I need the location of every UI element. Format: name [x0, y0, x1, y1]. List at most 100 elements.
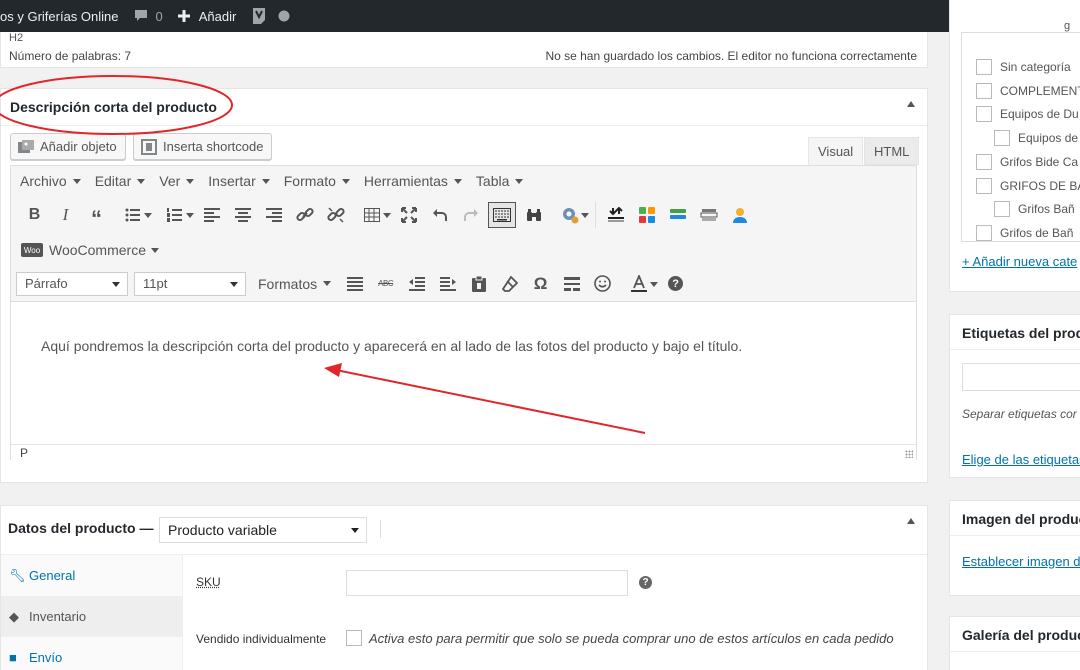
- align-left-button[interactable]: [196, 200, 227, 230]
- undo-button[interactable]: [424, 200, 455, 230]
- category-checkbox[interactable]: [994, 130, 1010, 146]
- resize-grip-icon[interactable]: [905, 450, 913, 458]
- site-name-link[interactable]: os y Griferías Online: [0, 0, 119, 32]
- outdent-button[interactable]: [401, 269, 432, 299]
- menu-ver[interactable]: Ver: [159, 173, 194, 189]
- text-color-button[interactable]: [618, 269, 660, 299]
- tab-general[interactable]: 🔧︎ General: [1, 555, 182, 596]
- category-checkbox[interactable]: [976, 178, 992, 194]
- editor-content-area[interactable]: Aquí pondremos la descripción corta del …: [11, 302, 916, 444]
- tag-input[interactable]: [962, 363, 1080, 391]
- product-type-value: Producto variable: [168, 522, 277, 538]
- category-item[interactable]: Equipos de Du: [976, 106, 1079, 122]
- category-item[interactable]: Grifos Bañ: [994, 201, 1075, 217]
- category-checkbox[interactable]: [976, 83, 992, 99]
- category-item[interactable]: Grifos de Bañ: [976, 225, 1073, 241]
- category-item[interactable]: GRIFOS DE BA: [976, 178, 1080, 194]
- toolbar-toggle-button[interactable]: [488, 202, 516, 228]
- blockquote-button[interactable]: “: [81, 200, 112, 230]
- layers-button[interactable]: [662, 200, 693, 230]
- product-type-select[interactable]: Producto variable: [159, 517, 367, 543]
- insert-link-button[interactable]: [289, 200, 320, 230]
- settings-dropdown-button[interactable]: [549, 200, 591, 230]
- woocommerce-dropdown[interactable]: Woo WooCommerce: [19, 242, 159, 258]
- menu-tabla[interactable]: Tabla: [476, 173, 523, 189]
- bold-button[interactable]: B: [19, 200, 50, 230]
- sku-input[interactable]: [346, 570, 628, 596]
- special-character-button[interactable]: Ω: [525, 269, 556, 299]
- category-checkbox[interactable]: [994, 201, 1010, 217]
- indent-button[interactable]: [432, 269, 463, 299]
- sold-individually-checkbox[interactable]: [346, 630, 362, 646]
- menu-label: Formato: [284, 173, 336, 189]
- editor-menubar: Archivo Editar Ver Insertar Formato Herr…: [11, 166, 916, 196]
- font-size-select[interactable]: 11pt: [134, 272, 246, 296]
- remove-link-button[interactable]: [320, 200, 351, 230]
- tab-shipping[interactable]: ■ Envío: [1, 637, 182, 670]
- insert-shortcode-label: Inserta shortcode: [163, 139, 263, 154]
- set-product-image-link[interactable]: Establecer imagen de: [962, 554, 1080, 569]
- category-label: Equipos de: [1018, 131, 1078, 145]
- bullet-list-icon: [125, 208, 141, 222]
- element-path[interactable]: P: [20, 446, 28, 460]
- help-button[interactable]: ?: [660, 269, 691, 299]
- add-new-category-link[interactable]: + Añadir nueva cate: [962, 254, 1077, 269]
- bullet-list-button[interactable]: [112, 200, 154, 230]
- menu-herramientas[interactable]: Herramientas: [364, 173, 462, 189]
- category-item[interactable]: Grifos Bide Ca: [976, 154, 1078, 170]
- sold-individually-description: Activa esto para permitir que solo se pu…: [369, 631, 894, 646]
- clear-formatting-button[interactable]: [494, 269, 525, 299]
- tab-inventory[interactable]: ◆ Inventario: [1, 596, 182, 637]
- redo-button[interactable]: [455, 200, 486, 230]
- category-item[interactable]: Sin categoría: [976, 59, 1071, 75]
- yoast-menu[interactable]: [250, 0, 290, 32]
- emoticons-button[interactable]: [587, 269, 618, 299]
- layers-icon: [669, 208, 687, 222]
- collapse-toggle-icon[interactable]: [907, 518, 915, 524]
- formats-dropdown[interactable]: Formatos: [258, 276, 331, 292]
- category-checkbox[interactable]: [976, 59, 992, 75]
- menu-archivo[interactable]: Archivo: [20, 173, 81, 189]
- help-icon: ?: [668, 276, 683, 291]
- color-grid-button[interactable]: [631, 200, 662, 230]
- product-tags-box: Etiquetas del produ Separar etiquetas co…: [949, 314, 1080, 478]
- redo-icon: [463, 207, 479, 223]
- divider-insert-button[interactable]: [693, 200, 724, 230]
- new-content-menu[interactable]: Añadir: [177, 0, 237, 32]
- category-checkbox[interactable]: [976, 106, 992, 122]
- align-center-button[interactable]: [227, 200, 258, 230]
- block-format-select[interactable]: Párrafo: [16, 272, 128, 296]
- menu-formato[interactable]: Formato: [284, 173, 350, 189]
- numbered-list-button[interactable]: [154, 200, 196, 230]
- menu-label: Editar: [95, 173, 132, 189]
- sku-help-icon[interactable]: ?: [639, 576, 652, 589]
- category-checkbox[interactable]: [976, 225, 992, 241]
- paste-text-button[interactable]: [463, 269, 494, 299]
- menu-insertar[interactable]: Insertar: [208, 173, 269, 189]
- user-button[interactable]: [724, 200, 755, 230]
- category-item[interactable]: Equipos de: [994, 130, 1078, 146]
- tab-html[interactable]: HTML: [864, 137, 919, 165]
- justify-button[interactable]: [339, 269, 370, 299]
- collapse-toggle-icon[interactable]: [907, 101, 915, 107]
- insert-table-button[interactable]: [351, 200, 393, 230]
- comments-link[interactable]: 0: [133, 0, 163, 32]
- find-replace-button[interactable]: [518, 200, 549, 230]
- align-right-button[interactable]: [258, 200, 289, 230]
- category-item[interactable]: COMPLEMENT: [976, 83, 1080, 99]
- align-center-icon: [235, 208, 251, 222]
- italic-button[interactable]: I: [50, 200, 81, 230]
- strikethrough-button[interactable]: ABC: [370, 269, 401, 299]
- add-media-button[interactable]: Añadir objeto: [10, 133, 126, 160]
- horizontal-line-button[interactable]: [556, 269, 587, 299]
- menu-label: Insertar: [208, 173, 255, 189]
- page-break-button[interactable]: [600, 200, 631, 230]
- insert-shortcode-button[interactable]: Inserta shortcode: [133, 133, 272, 160]
- tab-visual[interactable]: Visual: [808, 137, 863, 165]
- fullscreen-button[interactable]: [393, 200, 424, 230]
- category-checkbox[interactable]: [976, 154, 992, 170]
- woocommerce-logo-icon: Woo: [21, 243, 43, 257]
- menu-editar[interactable]: Editar: [95, 173, 146, 189]
- choose-tags-link[interactable]: Elige de las etiquetas: [962, 452, 1080, 467]
- category-label: COMPLEMENT: [1000, 84, 1080, 98]
